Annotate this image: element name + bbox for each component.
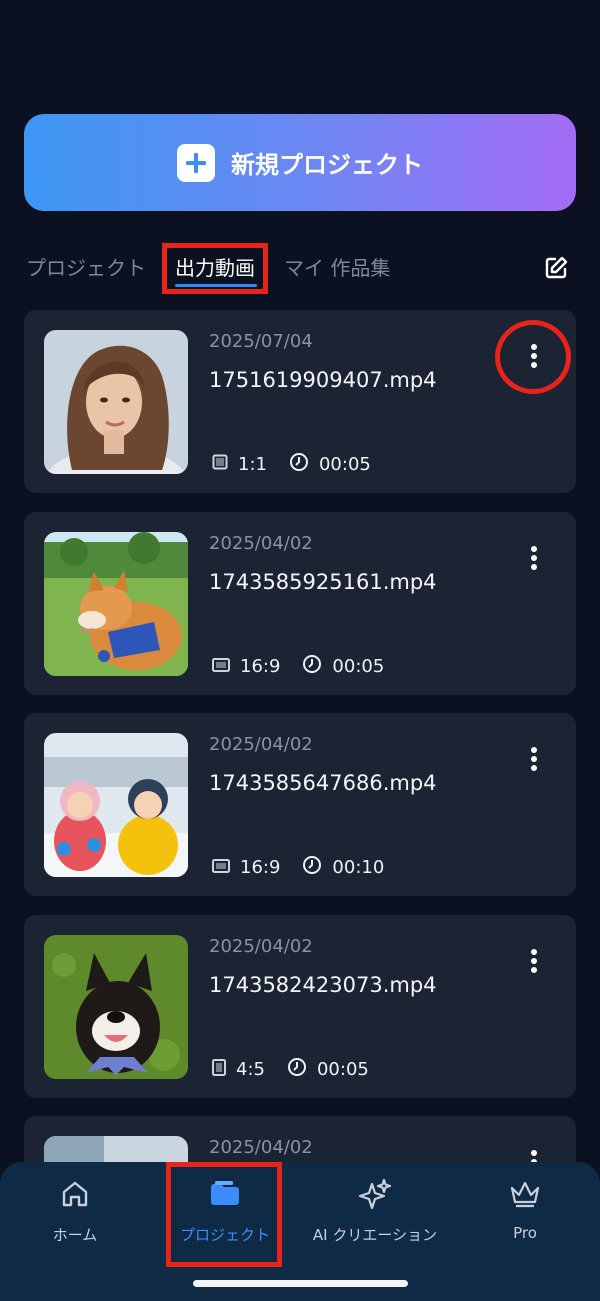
aspect-ratio-icon [212, 1058, 226, 1081]
video-thumbnail [44, 532, 188, 676]
crown-icon [508, 1178, 542, 1212]
duration: 00:05 [316, 1059, 369, 1080]
nav-home[interactable]: ホーム [0, 1162, 150, 1272]
new-project-label: 新規プロジェクト [231, 151, 423, 179]
video-thumbnail [44, 935, 188, 1079]
video-filename: 1743585925161.mp4 [209, 570, 437, 594]
video-card[interactable]: 2025/04/02 1743585647686.mp4 16:9 00:10 [24, 713, 576, 896]
nav-pro-label: Pro [513, 1224, 537, 1242]
home-indicator [193, 1280, 408, 1287]
nav-pro[interactable]: Pro [450, 1162, 600, 1272]
tab-bar: プロジェクト 出力動画 マイ 作品集 [0, 240, 600, 296]
clock-icon [289, 452, 309, 477]
new-project-button[interactable]: 新規プロジェクト [24, 114, 576, 211]
home-icon [59, 1178, 91, 1214]
tab-projects[interactable]: プロジェクト [26, 252, 146, 281]
video-card[interactable]: 2025/04/02 1743585925161.mp4 16:9 00:05 [24, 512, 576, 695]
duration: 00:05 [318, 454, 371, 475]
video-meta: 1:1 00:05 [212, 452, 371, 477]
highlight-circle-more [495, 320, 571, 394]
aspect-ratio: 16:9 [240, 857, 281, 878]
aspect-ratio-icon [212, 857, 230, 878]
aspect-ratio-icon [212, 454, 228, 475]
video-date: 2025/04/02 [209, 936, 313, 957]
video-meta: 16:9 00:05 [212, 654, 384, 679]
clock-icon [287, 1057, 307, 1082]
clock-icon [302, 855, 322, 880]
nav-ai-creation[interactable]: AI クリエーション [300, 1162, 450, 1272]
video-card[interactable]: 2025/07/04 1751619909407.mp4 1:1 00:05 [24, 310, 576, 493]
duration: 00:05 [332, 656, 385, 677]
video-card[interactable]: 2025/04/02 1743582423073.mp4 4:5 00:05 [24, 915, 576, 1098]
video-date: 2025/04/02 [209, 533, 313, 554]
video-filename: 1751619909407.mp4 [209, 368, 437, 392]
sparkles-icon [358, 1178, 392, 1214]
aspect-ratio: 4:5 [236, 1059, 265, 1080]
more-options-button[interactable] [522, 544, 546, 572]
video-meta: 4:5 00:05 [212, 1057, 369, 1082]
clock-icon [302, 654, 322, 679]
highlight-box-nav [166, 1162, 282, 1267]
nav-home-label: ホーム [52, 1226, 98, 1244]
video-date: 2025/04/02 [209, 734, 313, 755]
aspect-ratio: 1:1 [238, 454, 267, 475]
aspect-ratio-icon [212, 656, 230, 677]
duration: 00:10 [332, 857, 385, 878]
video-meta: 16:9 00:10 [212, 855, 384, 880]
video-date: 2025/07/04 [209, 331, 313, 352]
more-options-button[interactable] [522, 745, 546, 773]
video-thumbnail [44, 733, 188, 877]
more-options-button[interactable] [522, 947, 546, 975]
aspect-ratio: 16:9 [240, 656, 281, 677]
video-date: 2025/04/02 [209, 1137, 313, 1158]
video-filename: 1743585647686.mp4 [209, 771, 437, 795]
plus-icon [177, 143, 215, 182]
nav-ai-creation-label: AI クリエーション [312, 1226, 438, 1244]
tab-my-works[interactable]: マイ 作品集 [284, 252, 390, 281]
video-filename: 1743582423073.mp4 [209, 973, 437, 997]
video-thumbnail [44, 330, 188, 474]
highlight-box-tab [162, 243, 268, 294]
edit-icon[interactable] [543, 255, 569, 281]
